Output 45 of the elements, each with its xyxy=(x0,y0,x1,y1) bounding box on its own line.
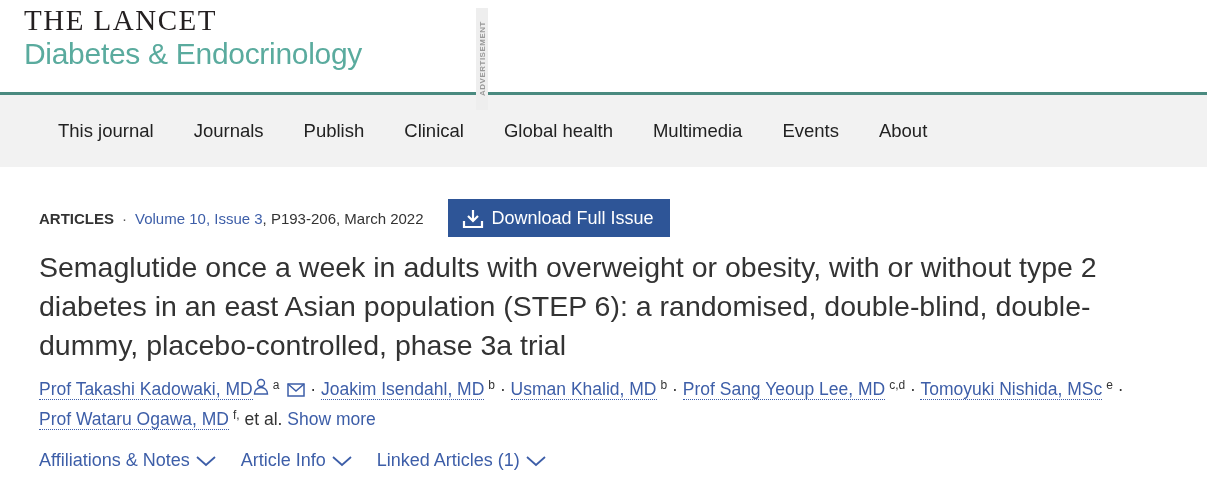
journal-logo[interactable]: THE LANCET Diabetes & Endocrinology xyxy=(0,0,362,73)
author-link[interactable]: Prof Wataru Ogawa, MD xyxy=(39,409,229,430)
nav-link[interactable]: Journals xyxy=(193,120,264,142)
section-toggle[interactable]: Linked Articles (1) xyxy=(376,450,546,471)
article-title: Semaglutide once a week in adults with overweight or obesity, with or without type 2 diabetes in an east Asian population (STEP 6): a randomised, double-blind, double-dummy, placebo-controlled, phase 3a trial xyxy=(39,251,1097,361)
chevron-down-icon xyxy=(331,454,352,467)
separator-dot: · xyxy=(672,379,678,399)
nav-link[interactable]: About xyxy=(878,120,928,142)
separator-dot: · xyxy=(499,379,506,399)
logo-subtitle: Diabetes & Endocrinology xyxy=(24,36,362,72)
separator-dot: · xyxy=(122,209,127,227)
affiliation-mark: a xyxy=(272,378,280,392)
nav-link[interactable]: Clinical xyxy=(404,120,464,142)
nav-link[interactable]: Global health xyxy=(503,120,613,142)
article-type: ARTICLES xyxy=(39,209,114,227)
advertisement-label: ADVERTISEMENT xyxy=(476,8,488,110)
nav-link[interactable]: This journal xyxy=(58,120,154,142)
nav-link[interactable]: Publish xyxy=(303,120,365,142)
mail-icon[interactable] xyxy=(287,383,306,397)
author-link[interactable]: Joakim Isendahl, MD xyxy=(320,379,485,400)
section-toggle[interactable]: Affiliations & Notes xyxy=(39,450,216,471)
affiliation-mark: e xyxy=(1106,378,1113,392)
separator-dot: · xyxy=(910,379,916,399)
nav-link[interactable]: Events xyxy=(782,120,839,142)
author-link[interactable]: Tomoyuki Nishida, MSc xyxy=(920,379,1103,400)
author-link[interactable]: Prof Takashi Kadowaki, MD xyxy=(39,379,253,400)
chevron-down-icon xyxy=(195,454,216,467)
affiliation-mark: b xyxy=(488,378,496,392)
author-link[interactable]: Prof Sang Yeoup Lee, MD xyxy=(682,379,886,400)
affiliation-mark: c,d xyxy=(889,378,906,392)
chevron-down-icon xyxy=(525,454,546,467)
separator-dot: · xyxy=(1117,379,1124,399)
download-icon xyxy=(461,207,484,229)
logo-title: THE LANCET xyxy=(24,5,218,35)
section-toggle[interactable]: Article Info xyxy=(240,450,352,471)
separator-dot: · xyxy=(310,379,317,399)
show-more-link[interactable]: Show more xyxy=(287,409,376,429)
author-link[interactable]: Usman Khalid, MD xyxy=(510,379,657,400)
affiliation-mark: b xyxy=(660,378,668,392)
affiliation-mark: f, xyxy=(232,408,240,422)
et-al-text: et al. xyxy=(244,409,283,429)
nav-link[interactable]: Multimedia xyxy=(652,120,743,142)
citation-text: , P193-206, March 2022 xyxy=(262,209,424,227)
download-button[interactable]: Download Full Issue xyxy=(447,199,670,237)
issue-link[interactable]: Volume 10, Issue 3 xyxy=(135,209,263,227)
